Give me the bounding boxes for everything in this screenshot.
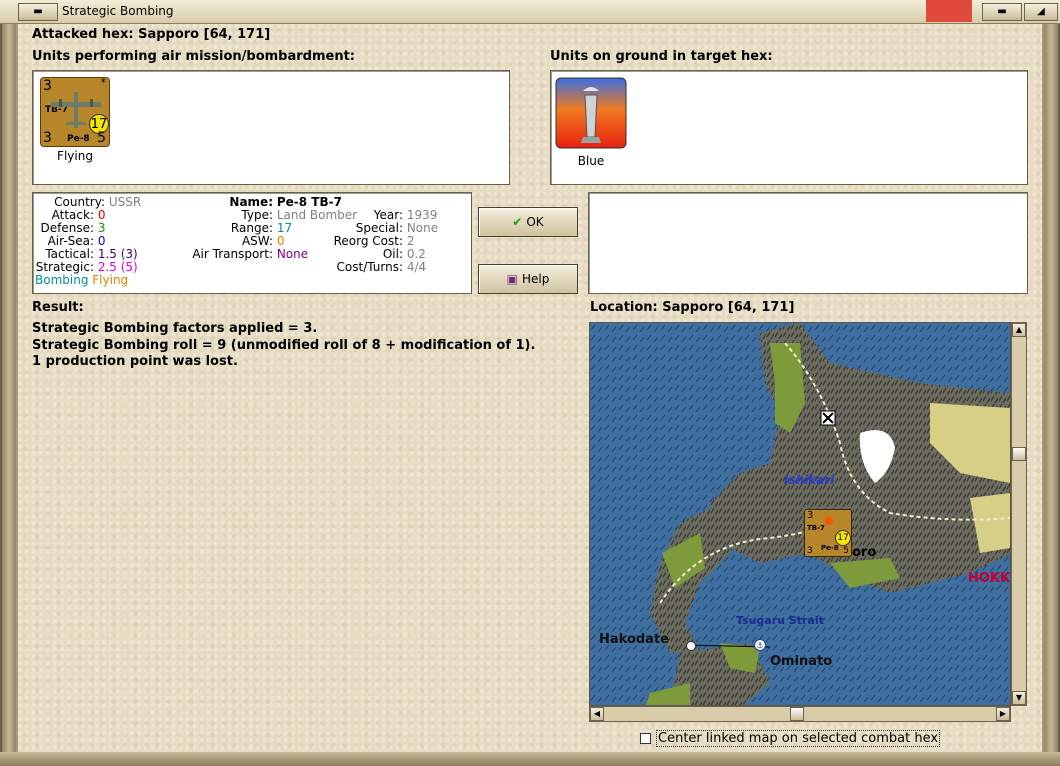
tactical-value: 1.5 (3) [97, 247, 138, 261]
result-line: Strategic Bombing roll = 9 (unmodified r… [32, 338, 536, 353]
result-label: Result: [32, 300, 84, 315]
window-title: Strategic Bombing [62, 4, 174, 18]
center-map-checkbox[interactable] [640, 733, 651, 744]
help-button[interactable]: ▣ Help [478, 264, 578, 294]
air-units-label: Units performing air mission/bombardment… [32, 49, 356, 64]
airsea-value: 0 [97, 234, 106, 248]
name-value: Pe-8 TB-7 [276, 195, 342, 209]
air-transport-value: None [276, 247, 309, 261]
center-map-label[interactable]: Center linked map on selected combat hex [656, 730, 941, 747]
scroll-right-button[interactable]: ▶ [996, 707, 1010, 721]
counter-bottom-right: 5 [97, 130, 106, 146]
linked-map[interactable]: Ishikari oro HOKK Hakodate Tsugaru Strai… [589, 322, 1011, 706]
anchor-icon: ⚓ [754, 639, 766, 651]
map-label-hokkaido: HOKK [968, 571, 1011, 586]
help-button-label: Help [521, 272, 550, 286]
state-value: Flying [92, 273, 129, 287]
counter-bottom-left: 3 [43, 130, 52, 146]
maximize-button[interactable]: ◢ [1024, 3, 1058, 21]
map-counter-top-left: 3 [807, 510, 814, 521]
ground-units-panel: Blue [550, 70, 1028, 185]
map-label-hakodate: Hakodate [599, 632, 669, 647]
attacked-hex-title: Attacked hex: Sapporo [64, 171] [32, 27, 271, 42]
asw-value: 0 [276, 234, 285, 248]
factory-target-icon[interactable] [555, 77, 627, 149]
air-unit-status: Flying [57, 149, 93, 163]
air-units-panel: 3 * TB-7 17 Pe-8 3 5 Flying [32, 70, 510, 185]
left-border [2, 24, 16, 752]
checkmark-icon: ✔ [512, 215, 523, 229]
horizontal-scroll-thumb[interactable] [790, 707, 804, 721]
reorg-value: 2 [406, 234, 415, 248]
map-horizontal-scrollbar[interactable]: ◀ ▶ [589, 706, 1011, 722]
status-bar [0, 752, 1060, 766]
map-label-sapporo: oro [852, 545, 877, 560]
strategic-value: 2.5 (5) [97, 260, 138, 274]
result-line: Strategic Bombing factors applied = 3. [32, 321, 318, 336]
map-counter-bottom-left: 3 [807, 546, 813, 556]
mission-value: Bombing [35, 273, 89, 287]
scroll-left-button[interactable]: ◀ [590, 707, 604, 721]
vertical-scroll-thumb[interactable] [1012, 447, 1026, 461]
country-value: USSR [108, 195, 142, 209]
defense-value: 3 [97, 221, 106, 235]
port-icon [686, 641, 696, 651]
cost-value: 4/4 [406, 260, 427, 274]
scroll-down-button[interactable]: ▼ [1012, 691, 1026, 705]
result-line: 1 production point was lost. [32, 354, 238, 369]
title-bar: ▬ Strategic Bombing ▬ ◢ [0, 0, 1060, 24]
bomber-counter[interactable]: 3 * TB-7 17 Pe-8 3 5 [40, 76, 110, 147]
attack-value: 0 [97, 208, 106, 222]
right-border [1044, 24, 1058, 752]
scroll-up-button[interactable]: ▲ [1012, 323, 1026, 337]
air-unit-card[interactable]: 3 * TB-7 17 Pe-8 3 5 Flying [39, 76, 111, 163]
explosion-icon: ✹ [823, 514, 835, 530]
counter-name-bottom: Pe-8 [67, 134, 90, 144]
map-counter-bottom-right: 5 [843, 546, 849, 556]
cost-label: Cost/Turns: [336, 260, 403, 274]
map-vertical-scrollbar[interactable]: ▲ ▼ [1011, 322, 1027, 706]
minimize-button[interactable]: ▬ [982, 3, 1022, 21]
ground-unit-status: Blue [577, 154, 605, 168]
counter-top-right: * [100, 76, 107, 89]
ground-units-label: Units on ground in target hex: [550, 49, 773, 64]
air-transport-label: Air Transport: [192, 247, 273, 261]
map-label-ominato: Ominato [770, 654, 833, 669]
system-menu-button[interactable]: ▬ [18, 3, 58, 21]
help-book-icon: ▣ [506, 272, 518, 286]
ok-button[interactable]: ✔ OK [478, 207, 578, 237]
map-bomber-counter[interactable]: 3 TB-7 17 Pe-8 3 5 ✹ [804, 509, 852, 557]
flag-icon [926, 0, 972, 22]
details-panel [588, 192, 1028, 294]
range-value: 17 [276, 221, 293, 235]
ok-button-label: OK [526, 215, 544, 229]
oil-value: 0.2 [406, 247, 426, 261]
special-value: None [406, 221, 439, 235]
location-label: Location: Sapporo [64, 171] [590, 300, 795, 315]
map-counter-name-bottom: Pe-8 [821, 544, 839, 552]
map-label-tsugaru: Tsugaru Strait [736, 614, 824, 627]
map-label-ishikari: Ishikari [784, 473, 835, 487]
unit-info-panel: Country: USSR Attack: 0 Defense: 3 Air-S… [32, 192, 472, 294]
ground-unit-card[interactable]: Blue [555, 77, 627, 168]
year-value: 1939 [406, 208, 438, 222]
hex-map[interactable] [590, 323, 1011, 706]
